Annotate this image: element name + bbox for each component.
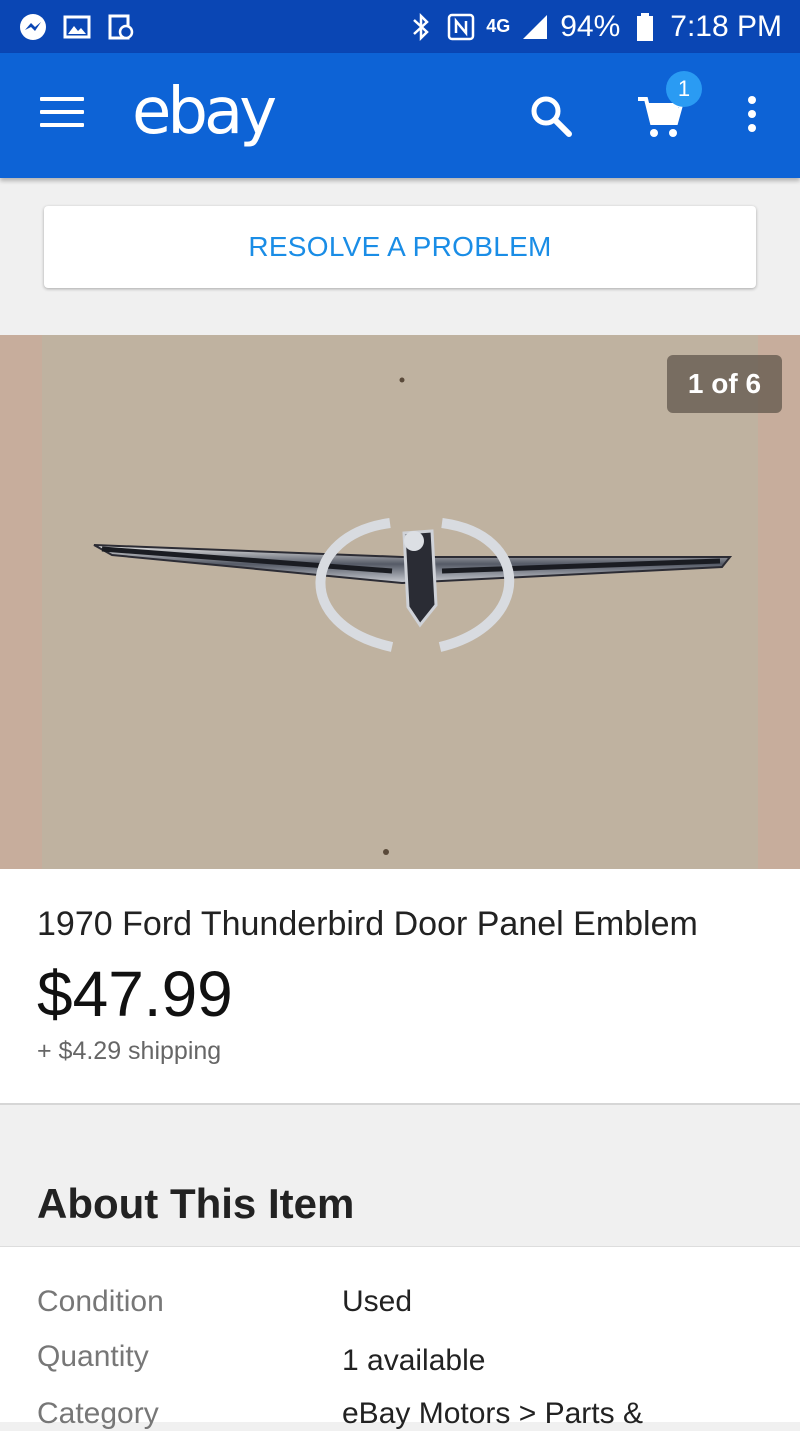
bluetooth-icon	[406, 12, 436, 42]
resolve-problem-button[interactable]: RESOLVE A PROBLEM	[44, 206, 756, 288]
shipping-cost: + $4.29 shipping	[37, 1037, 222, 1065]
clock: 7:18 PM	[670, 9, 782, 43]
network-type: 4G	[486, 16, 511, 36]
battery-icon	[630, 12, 660, 42]
status-bar: 4G 94% 7:18 PM	[0, 0, 800, 53]
item-photo[interactable]	[0, 335, 800, 869]
status-right: 4G 94% 7:18 PM	[406, 10, 782, 44]
about-section-title: About This Item	[37, 1180, 355, 1227]
gallery-icon	[62, 12, 92, 42]
more-vert-icon[interactable]	[740, 96, 764, 136]
battery-percent: 94%	[560, 9, 621, 43]
item-title: 1970 Ford Thunderbird Door Panel Emblem	[37, 905, 698, 943]
ebay-logo[interactable]: ebay	[132, 75, 277, 149]
messenger-icon	[18, 12, 48, 42]
cart-count-badge[interactable]: 1	[666, 71, 702, 107]
menu-icon[interactable]	[40, 97, 84, 133]
detail-label: Category	[37, 1397, 159, 1430]
item-details: Condition Used Quantity 1 available Cate…	[0, 1246, 800, 1430]
search-icon[interactable]	[528, 93, 574, 139]
photo-background	[42, 335, 758, 869]
detail-value: 1 available	[342, 1344, 486, 1377]
item-price: $47.99	[37, 958, 233, 1030]
status-left-icons	[18, 12, 136, 42]
photo-counter: 1 of 6	[667, 355, 782, 413]
detail-label: Quantity	[37, 1340, 149, 1373]
detail-label: Condition	[37, 1285, 164, 1318]
detail-value[interactable]: eBay Motors > Parts &	[342, 1397, 643, 1431]
nfc-icon	[446, 12, 476, 42]
sync-icon	[106, 12, 136, 42]
detail-value: Used	[342, 1285, 413, 1318]
signal-icon	[520, 12, 550, 42]
item-summary: 1970 Ford Thunderbird Door Panel Emblem …	[0, 869, 800, 1105]
emblem-image	[93, 377, 733, 855]
